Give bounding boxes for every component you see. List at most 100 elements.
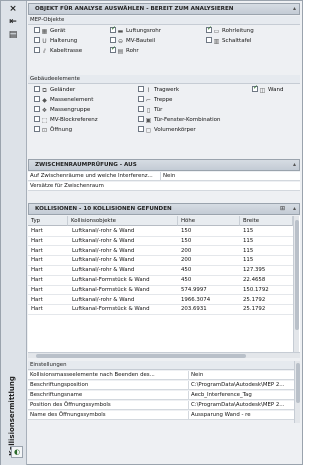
- checkbox-luftungsrohr[interactable]: ▬Luftungsrohr: [110, 25, 161, 35]
- cell-objects: Luftkanal/-rohr & Wand: [72, 267, 135, 274]
- column-header-height[interactable]: Höhe: [178, 216, 240, 226]
- table-row[interactable]: Hart Luftkanal/-rohr & Wand 200 115: [28, 247, 293, 257]
- checkbox-label: Tür-Fenster-Kombination: [154, 117, 221, 123]
- table-row[interactable]: Hart Luftkanal-Formstück & Wand 574.9997 15…: [28, 286, 293, 296]
- settings-row[interactable]: Position des Öffnungssymbols C:\ProgramD…: [28, 401, 300, 410]
- cell-height: 450: [181, 277, 192, 283]
- cell-type: Hart: [31, 228, 43, 234]
- checkbox-mv-bauteil[interactable]: ⊖ MV-Bauteil: [110, 37, 155, 45]
- table-horizontal-scrollbar[interactable]: [28, 352, 300, 358]
- table-row[interactable]: Hart Luftkanal/-rohr & Wand 200 115: [28, 256, 293, 266]
- checkbox-rohrleitung[interactable]: ▭Rohrleitung: [206, 25, 254, 35]
- checkbox-massengruppe[interactable]: ❖ Massengruppe: [34, 106, 90, 114]
- settings-label[interactable]: Einstellungen: [28, 361, 300, 370]
- checkbox-massenelement[interactable]: ◆ Massenelement: [34, 96, 93, 104]
- menu-icon[interactable]: ▤: [7, 30, 19, 40]
- settings-row[interactable]: Beschriftungsposition C:\ProgramData\Aut…: [28, 381, 300, 390]
- checkbox-box[interactable]: [138, 106, 144, 112]
- checkbox-box[interactable]: [34, 106, 40, 112]
- cell-objects: Luftkanal/-rohr & Wand: [72, 247, 135, 254]
- cell-type: Hart: [31, 237, 43, 244]
- settings-row[interactable]: Name des Öffnungssymbols Aussparung Wand…: [28, 411, 300, 420]
- checkbox-wand[interactable]: ◫Wand: [252, 84, 283, 94]
- collapse-caret-icon[interactable]: ▴: [293, 160, 296, 170]
- checkbox-box[interactable]: [138, 126, 144, 132]
- checkbox-box[interactable]: [252, 84, 258, 92]
- checkbox-box[interactable]: [138, 116, 144, 122]
- clearance-row[interactable]: Auf Zwischenräume und weiche Interferenz…: [28, 172, 300, 181]
- checkbox-kabeltrasse[interactable]: ⫽ Kabeltrasse: [34, 47, 82, 55]
- collapse-caret-icon[interactable]: ▴: [293, 204, 296, 214]
- cell-width: 25.1792: [243, 306, 266, 313]
- analyze-button[interactable]: ◐: [11, 446, 23, 458]
- checkbox-box[interactable]: [34, 116, 40, 122]
- wall-icon: ◫: [259, 87, 266, 94]
- cell-type: Hart: [31, 286, 43, 293]
- table-row[interactable]: Hart Luftkanal-Formstück & Wand 450 22.4658: [28, 276, 293, 286]
- checkbox-box[interactable]: [138, 96, 144, 102]
- table-row[interactable]: Hart Luftkanal/-rohr & Wand 150 115: [28, 227, 293, 237]
- cell-objects: Luftkanal/-rohr & Wand: [72, 296, 135, 303]
- scroll-thumb[interactable]: [296, 363, 300, 403]
- checkbox-box[interactable]: [110, 25, 116, 33]
- checkbox-mv-blockreferenz[interactable]: ⬚ MV-Blockreferenz: [34, 116, 98, 124]
- scroll-thumb[interactable]: [295, 220, 299, 330]
- checkbox-tuer[interactable]: ▯ Tür: [138, 106, 162, 114]
- checkbox-gelaender[interactable]: ⧉ Geländer: [34, 86, 75, 94]
- cell-width: 25.1792: [243, 296, 266, 303]
- export-icon[interactable]: ⊞: [280, 204, 285, 214]
- checkbox-schalttafel[interactable]: ▥ Schalttafel: [206, 37, 251, 45]
- property-value[interactable]: Nein: [188, 371, 203, 380]
- checkbox-treppe[interactable]: ⌐ Treppe: [138, 96, 172, 104]
- checkbox-box[interactable]: [34, 96, 40, 102]
- checkbox-geraet[interactable]: ▦ Gerät: [34, 27, 65, 35]
- pin-icon[interactable]: ⇤: [7, 17, 19, 27]
- block-reference-icon: ⬚: [41, 117, 48, 124]
- checkbox-box[interactable]: [34, 86, 40, 92]
- settings-scrollbar[interactable]: [294, 361, 300, 423]
- checkbox-box[interactable]: [206, 37, 212, 43]
- clearance-row[interactable]: Versätze für Zwischenraum: [28, 182, 300, 191]
- checkbox-halterung[interactable]: Ս Halterung: [34, 37, 77, 45]
- property-value[interactable]: Aussparung Wand - re: [188, 411, 251, 420]
- checkbox-box[interactable]: [34, 126, 40, 132]
- checkbox-oeffnung[interactable]: ⊡ Öffnung: [34, 126, 72, 134]
- section-header-select-objects[interactable]: OBJEKT FÜR ANALYSE AUSWÄHLEN - BEREIT ZU…: [28, 3, 300, 15]
- property-value[interactable]: C:\ProgramData\Autodesk\MEP 2...: [188, 381, 284, 390]
- checkbox-tuer-fenster-kombination[interactable]: ▣ Tür-Fenster-Kombination: [138, 116, 220, 124]
- checkbox-box[interactable]: [110, 37, 116, 43]
- cell-height: 200: [181, 257, 192, 264]
- table-row[interactable]: Hart Luftkanal/-rohr & Wand 1966.3074 25.17…: [28, 296, 293, 306]
- property-value[interactable]: C:\ProgramData\Autodesk\MEP 2...: [188, 401, 284, 410]
- settings-row[interactable]: Beschriftungsname Aecb_Interference_Tag: [28, 391, 300, 400]
- table-row[interactable]: Hart Luftkanal/-rohr & Wand 150 115: [28, 237, 293, 247]
- section-header-clearance[interactable]: ZWISCHENRAUMPRÜFUNG - AUS ▴: [28, 159, 300, 171]
- property-name: Beschriftungsname: [30, 392, 83, 398]
- checkbox-box[interactable]: [206, 25, 212, 33]
- checkbox-box[interactable]: [138, 86, 144, 92]
- checkbox-rohr[interactable]: ▤Rohr: [110, 45, 139, 55]
- table-row[interactable]: Hart Luftkanal/-rohr & Wand 450 127.395: [28, 266, 293, 276]
- checkbox-box[interactable]: [34, 27, 40, 33]
- checkbox-box[interactable]: [110, 45, 116, 53]
- building-elements-label: Gebäudeelemente: [28, 75, 300, 84]
- checkbox-tragwerk[interactable]: ⌇ Tragwerk: [138, 86, 179, 94]
- scroll-thumb[interactable]: [36, 354, 246, 358]
- checkbox-box[interactable]: [34, 47, 40, 53]
- checkbox-box[interactable]: [34, 37, 40, 43]
- property-value[interactable]: Nein: [160, 172, 175, 181]
- table-row[interactable]: Hart Luftkanal-Formstück & Wand 203.6931 25…: [28, 305, 293, 315]
- checkbox-label: Massengruppe: [50, 107, 91, 113]
- palette-title: Kollisionsermittlung: [8, 376, 16, 456]
- column-header-objects[interactable]: Kollisionsobjekte: [68, 216, 178, 226]
- settings-row[interactable]: Kollisionsmasseelemente nach Beenden des…: [28, 371, 300, 380]
- collapse-caret-icon[interactable]: ▴: [293, 4, 296, 14]
- section-header-collisions[interactable]: KOLLISIONEN - 10 KOLLISIONEN GEFUNDEN ⊞ …: [28, 203, 300, 215]
- column-header-width[interactable]: Breite: [240, 216, 293, 226]
- property-value[interactable]: Aecb_Interference_Tag: [188, 391, 252, 400]
- close-icon[interactable]: ×: [7, 4, 19, 14]
- column-header-type[interactable]: Typ: [28, 216, 68, 226]
- checkbox-volumenkoerper[interactable]: ▢ Volumenkörper: [138, 126, 196, 134]
- table-vertical-scrollbar[interactable]: [293, 216, 299, 352]
- opening-icon: ⊡: [41, 127, 48, 134]
